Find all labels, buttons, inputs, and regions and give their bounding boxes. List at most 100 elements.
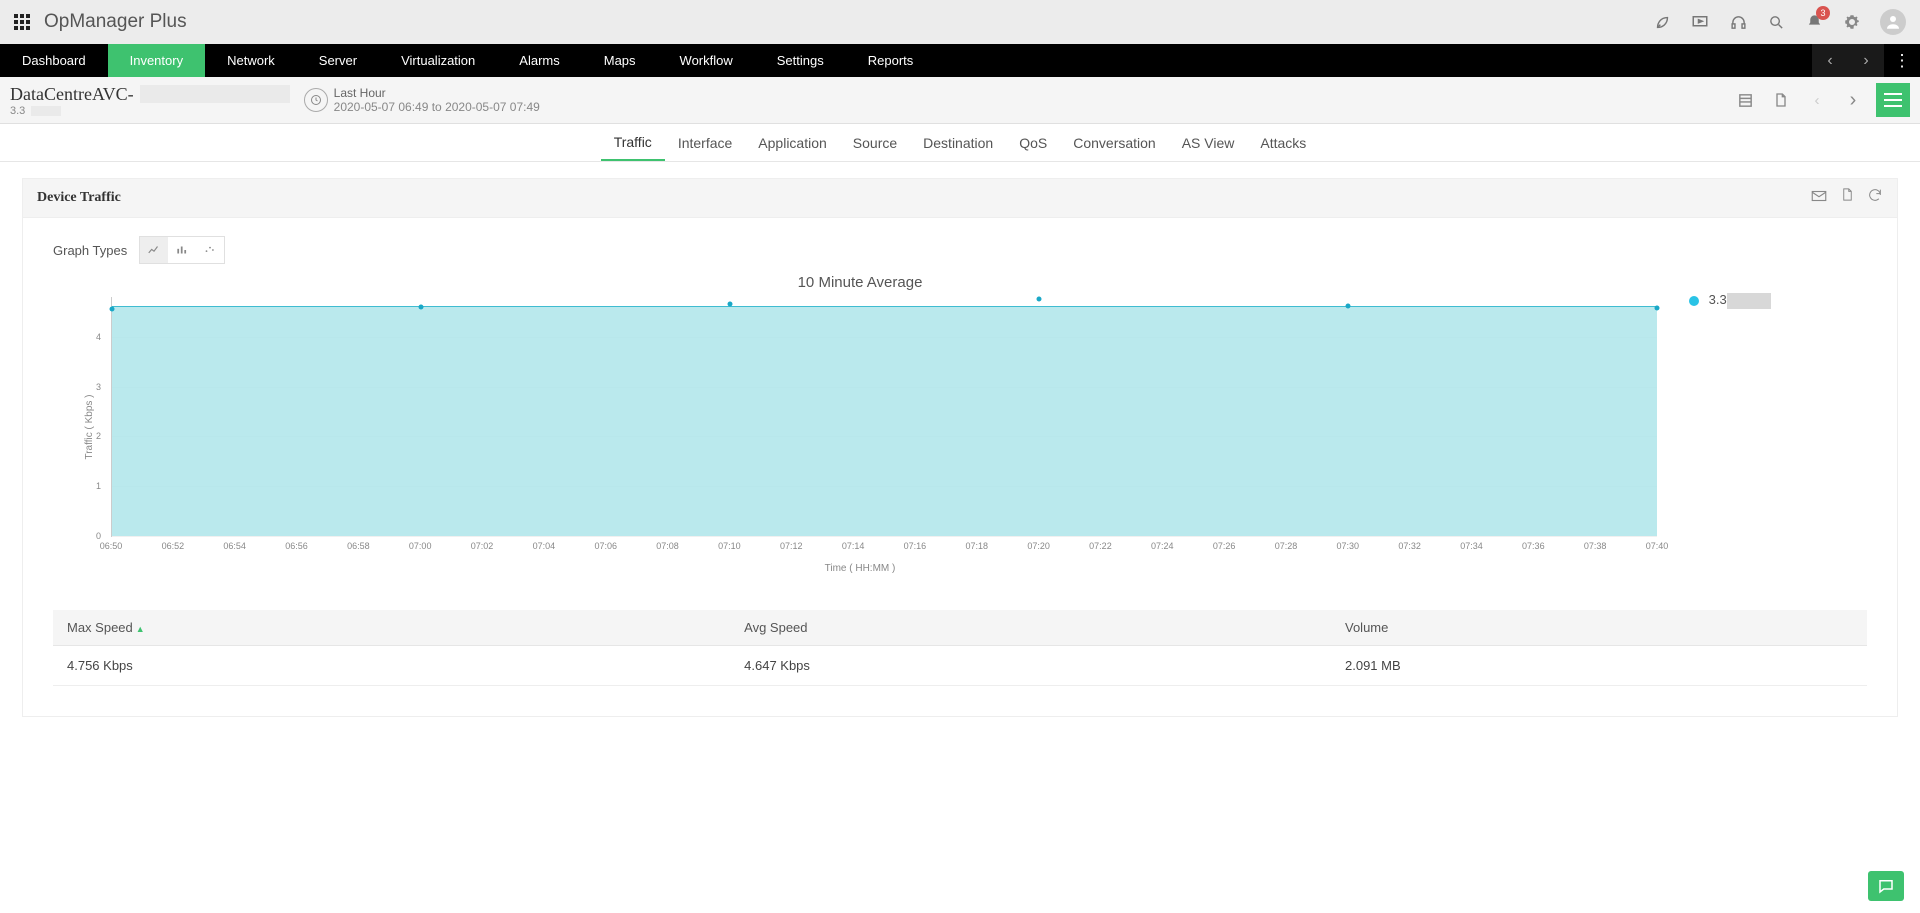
graph-type-area-button[interactable] bbox=[140, 237, 168, 263]
cell-vol: 2.091 MB bbox=[1331, 646, 1867, 686]
nav-kebab-icon[interactable]: ⋮ bbox=[1884, 44, 1920, 77]
tab-qos[interactable]: QoS bbox=[1006, 124, 1060, 161]
nav-item-alarms[interactable]: Alarms bbox=[497, 44, 581, 77]
screen-play-icon[interactable] bbox=[1690, 12, 1710, 32]
gear-icon[interactable] bbox=[1842, 12, 1862, 32]
tab-source[interactable]: Source bbox=[840, 124, 910, 161]
user-avatar-icon[interactable] bbox=[1880, 9, 1906, 35]
x-tick: 07:02 bbox=[471, 541, 494, 551]
sub-tabs: TrafficInterfaceApplicationSourceDestina… bbox=[0, 124, 1920, 162]
data-point bbox=[1346, 303, 1351, 308]
refresh-icon[interactable] bbox=[1867, 187, 1883, 209]
device-bar: DataCentreAVC- 3.3 Last Hour 2020-05-07 … bbox=[0, 77, 1920, 124]
x-tick: 07:08 bbox=[656, 541, 679, 551]
nav-item-settings[interactable]: Settings bbox=[755, 44, 846, 77]
device-traffic-panel: Device Traffic Graph Types bbox=[22, 178, 1898, 717]
col-volume[interactable]: Volume bbox=[1331, 610, 1867, 646]
side-menu-button[interactable] bbox=[1876, 83, 1910, 117]
x-tick: 07:16 bbox=[904, 541, 927, 551]
legend-item[interactable]: 3.3 bbox=[1689, 292, 1867, 309]
x-tick: 07:20 bbox=[1027, 541, 1050, 551]
panel-body: Graph Types 10 Minute Average Traffic ( … bbox=[22, 218, 1898, 717]
x-tick: 07:40 bbox=[1646, 541, 1669, 551]
apps-grid-icon[interactable] bbox=[14, 14, 30, 30]
graph-type-bar-button[interactable] bbox=[168, 237, 196, 263]
x-tick: 07:24 bbox=[1151, 541, 1174, 551]
nav-item-network[interactable]: Network bbox=[205, 44, 297, 77]
nav-prev-arrow[interactable]: ‹ bbox=[1812, 44, 1848, 77]
legend-redacted bbox=[1727, 293, 1771, 309]
headset-icon[interactable] bbox=[1728, 12, 1748, 32]
tab-interface[interactable]: Interface bbox=[665, 124, 745, 161]
data-point bbox=[1037, 296, 1042, 301]
data-point bbox=[419, 304, 424, 309]
nav-item-maps[interactable]: Maps bbox=[582, 44, 658, 77]
prev-page-arrow[interactable]: ‹ bbox=[1804, 87, 1830, 113]
cell-avg: 4.647 Kbps bbox=[730, 646, 1331, 686]
tab-destination[interactable]: Destination bbox=[910, 124, 1006, 161]
x-axis-label: Time ( HH:MM ) bbox=[53, 563, 1667, 574]
nav-item-inventory[interactable]: Inventory bbox=[108, 44, 205, 77]
data-point bbox=[110, 307, 115, 312]
chart-plot[interactable]: Traffic ( Kbps ) 01234 06:5006:5206:5406… bbox=[89, 297, 1657, 557]
y-tick: 4 bbox=[96, 332, 101, 342]
x-tick: 07:04 bbox=[533, 541, 556, 551]
nav-next-arrow[interactable]: › bbox=[1848, 44, 1884, 77]
panel-pdf-icon[interactable] bbox=[1840, 187, 1855, 209]
report-view-icon[interactable] bbox=[1732, 87, 1758, 113]
chat-button[interactable] bbox=[1868, 871, 1904, 901]
col-avg-speed[interactable]: Avg Speed bbox=[730, 610, 1331, 646]
data-point bbox=[1655, 305, 1660, 310]
x-tick: 07:38 bbox=[1584, 541, 1607, 551]
email-icon[interactable] bbox=[1810, 187, 1828, 209]
chart-container: 10 Minute Average Traffic ( Kbps ) 01234… bbox=[53, 270, 1867, 592]
cell-max: 4.756 Kbps bbox=[53, 646, 730, 686]
chart-title: 10 Minute Average bbox=[53, 274, 1667, 291]
nav-item-dashboard[interactable]: Dashboard bbox=[0, 44, 108, 77]
nav-item-reports[interactable]: Reports bbox=[846, 44, 936, 77]
x-tick: 07:12 bbox=[780, 541, 803, 551]
nav-item-server[interactable]: Server bbox=[297, 44, 379, 77]
col-max-speed[interactable]: Max Speed▲ bbox=[53, 610, 730, 646]
next-page-arrow[interactable]: › bbox=[1840, 87, 1866, 113]
brand-title: OpManager Plus bbox=[44, 11, 187, 33]
tab-traffic[interactable]: Traffic bbox=[601, 124, 665, 161]
data-point bbox=[728, 302, 733, 307]
y-tick: 0 bbox=[96, 531, 101, 541]
x-tick: 06:56 bbox=[285, 541, 308, 551]
legend-series-name: 3.3 bbox=[1709, 292, 1727, 307]
panel-header: Device Traffic bbox=[22, 178, 1898, 218]
bell-icon[interactable]: 3 bbox=[1804, 12, 1824, 32]
x-tick: 07:28 bbox=[1275, 541, 1298, 551]
x-tick: 07:36 bbox=[1522, 541, 1545, 551]
nav-item-workflow[interactable]: Workflow bbox=[658, 44, 755, 77]
rocket-icon[interactable] bbox=[1652, 12, 1672, 32]
x-tick: 07:34 bbox=[1460, 541, 1483, 551]
x-tick: 07:22 bbox=[1089, 541, 1112, 551]
x-tick: 07:18 bbox=[965, 541, 988, 551]
x-tick: 07:00 bbox=[409, 541, 432, 551]
tab-as-view[interactable]: AS View bbox=[1169, 124, 1248, 161]
tab-attacks[interactable]: Attacks bbox=[1247, 124, 1319, 161]
y-tick: 2 bbox=[96, 431, 101, 441]
device-name-redacted bbox=[140, 85, 290, 103]
x-tick: 06:52 bbox=[162, 541, 185, 551]
clock-icon bbox=[304, 88, 328, 112]
legend-color-dot bbox=[1689, 296, 1699, 306]
nav-item-virtualization[interactable]: Virtualization bbox=[379, 44, 497, 77]
time-range-value: 2020-05-07 06:49 to 2020-05-07 07:49 bbox=[334, 100, 540, 114]
search-icon[interactable] bbox=[1766, 12, 1786, 32]
x-tick: 07:10 bbox=[718, 541, 741, 551]
tab-application[interactable]: Application bbox=[745, 124, 840, 161]
pdf-export-icon[interactable] bbox=[1768, 87, 1794, 113]
x-tick: 07:32 bbox=[1398, 541, 1421, 551]
device-name: DataCentreAVC- bbox=[10, 84, 134, 105]
panel-title: Device Traffic bbox=[37, 190, 121, 206]
x-tick: 07:06 bbox=[594, 541, 617, 551]
tab-conversation[interactable]: Conversation bbox=[1060, 124, 1169, 161]
x-tick: 07:14 bbox=[842, 541, 865, 551]
chart-legend: 3.3 bbox=[1667, 270, 1867, 592]
device-ip-redacted bbox=[31, 106, 61, 116]
time-range-selector[interactable]: Last Hour 2020-05-07 06:49 to 2020-05-07… bbox=[304, 86, 540, 114]
graph-type-scatter-button[interactable] bbox=[196, 237, 224, 263]
